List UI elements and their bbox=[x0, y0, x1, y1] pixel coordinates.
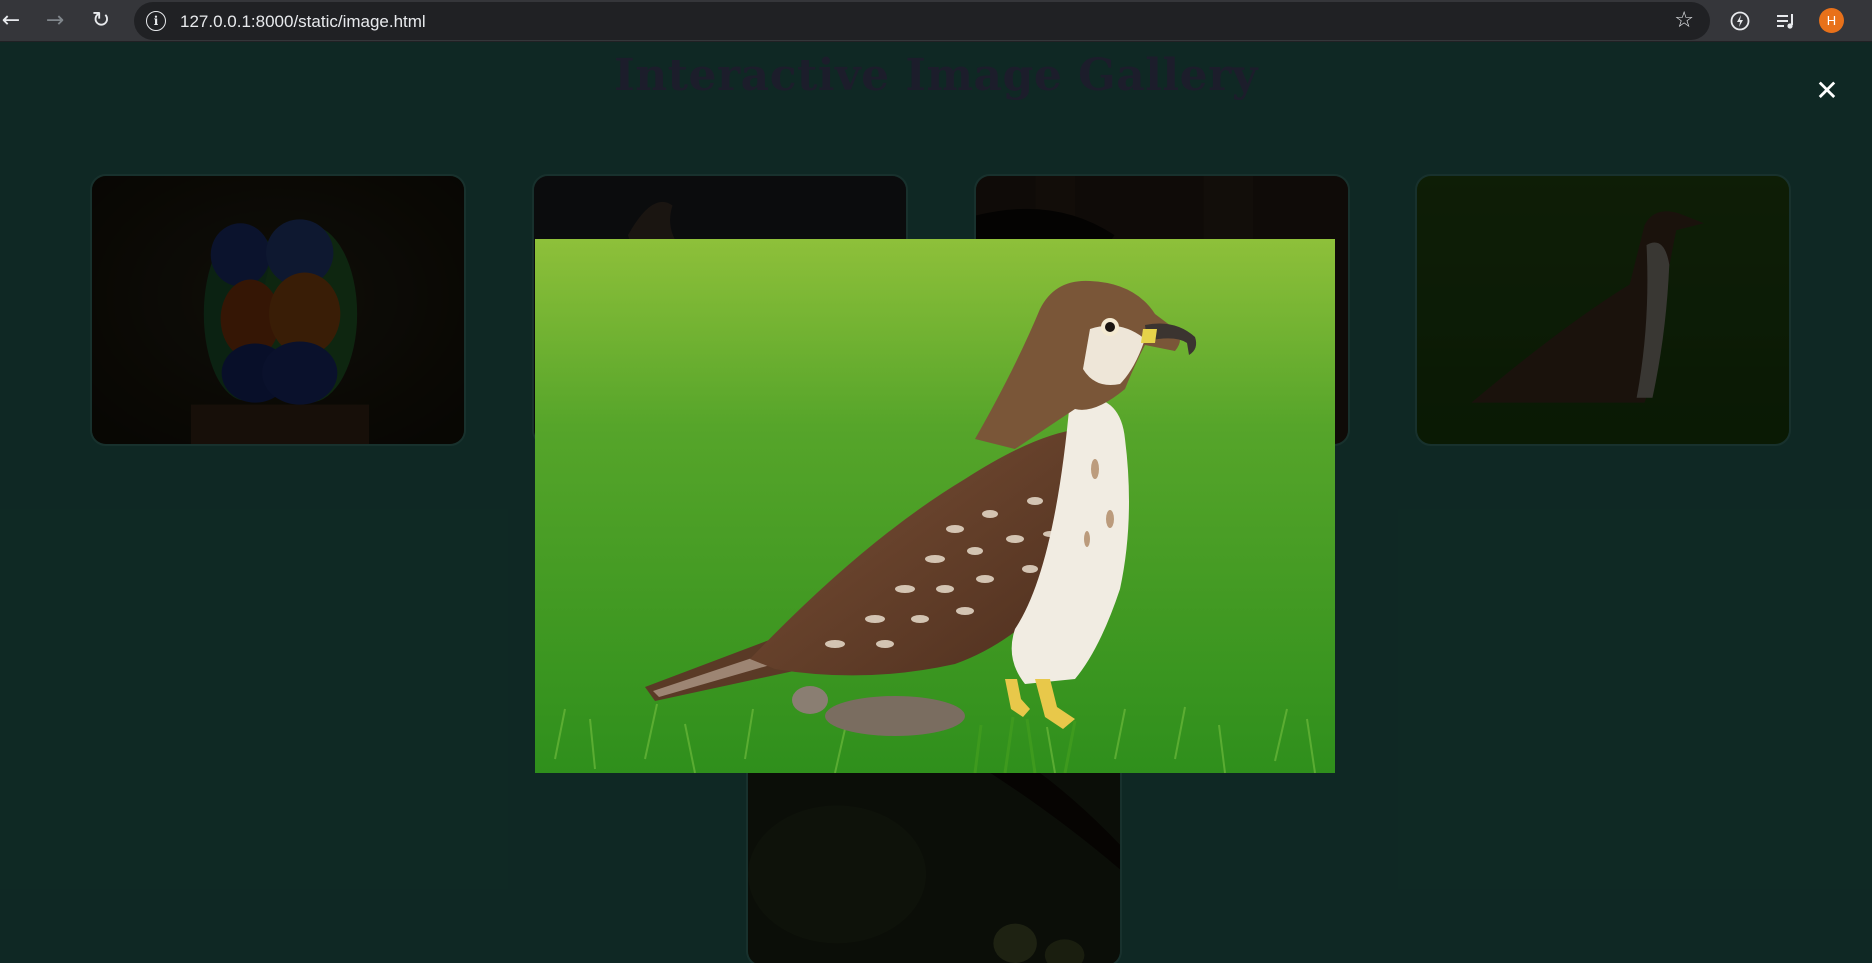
media-queue-icon[interactable] bbox=[1773, 8, 1799, 34]
star-icon[interactable]: ☆ bbox=[1674, 9, 1694, 33]
close-button[interactable]: ✕ bbox=[1812, 76, 1842, 106]
reload-icon[interactable]: ↻ bbox=[84, 4, 118, 38]
browser-toolbar: ← → ↻ i 127.0.0.1:8000/static/image.html… bbox=[0, 0, 1872, 42]
url-text[interactable]: 127.0.0.1:8000/static/image.html bbox=[180, 12, 426, 31]
back-arrow-icon[interactable]: ← bbox=[0, 4, 28, 38]
extension-icon-glyph bbox=[1730, 11, 1750, 31]
hawk-image bbox=[535, 239, 1335, 773]
info-icon[interactable]: i bbox=[146, 11, 166, 31]
avatar[interactable]: H bbox=[1819, 8, 1844, 33]
forward-arrow-icon[interactable]: → bbox=[38, 4, 72, 38]
modal-image bbox=[535, 239, 1335, 773]
modal-overlay[interactable]: ✕ bbox=[0, 42, 1872, 963]
address-bar[interactable]: i 127.0.0.1:8000/static/image.html ☆ bbox=[134, 2, 1710, 40]
extension-icon[interactable] bbox=[1727, 8, 1753, 34]
media-queue-icon-glyph bbox=[1777, 14, 1793, 29]
